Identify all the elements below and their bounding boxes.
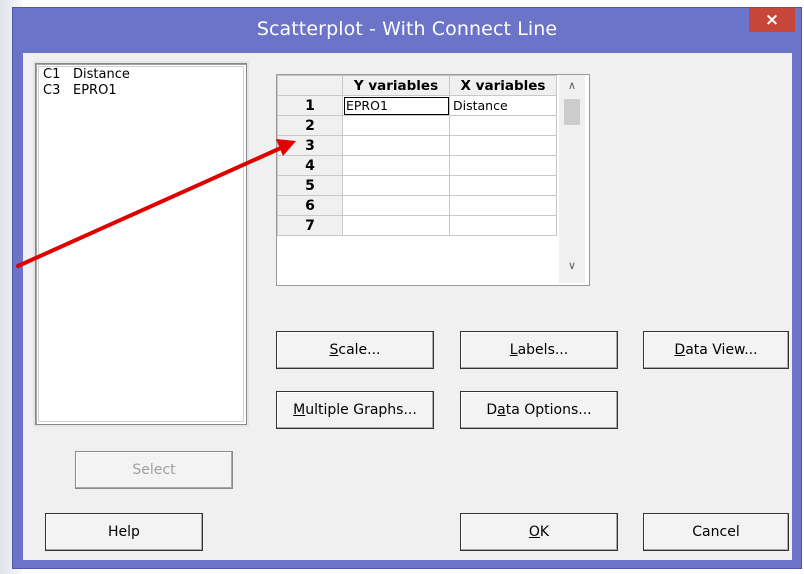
- annotation-arrow: [16, 139, 296, 268]
- annotation-arrow-shaft: [16, 145, 285, 268]
